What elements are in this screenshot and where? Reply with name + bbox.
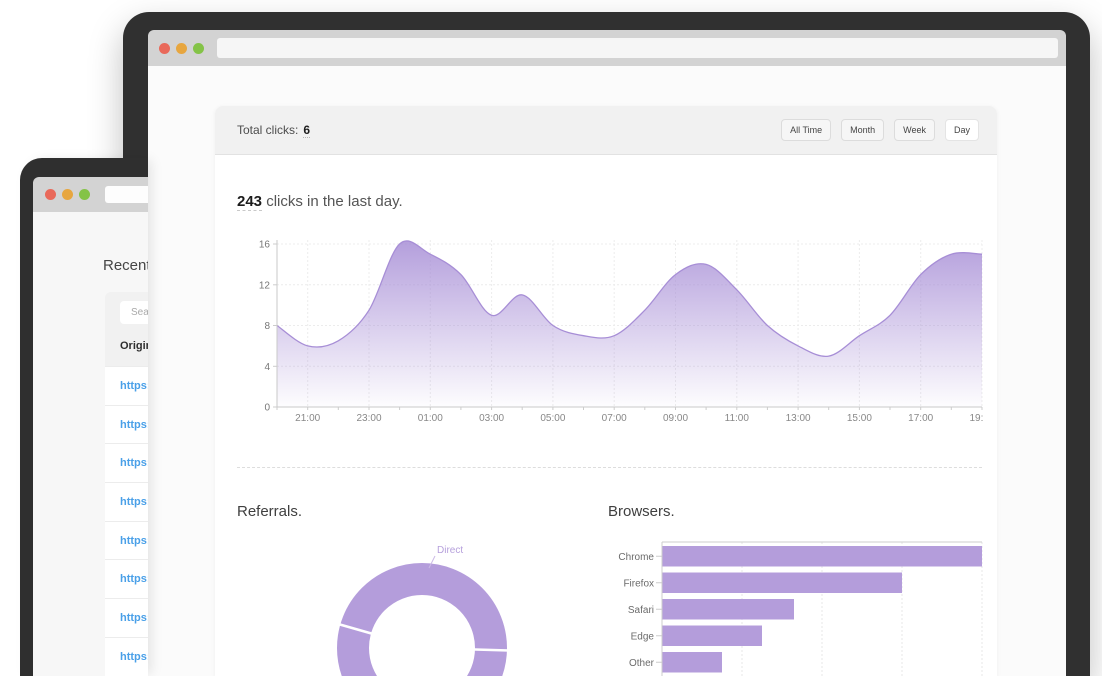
dashboard-page: Total clicks: 6 All Time Month Week Day … [148, 66, 1066, 676]
back-window-inner: Recent Origin https: https: https: https… [33, 177, 148, 676]
svg-text:8: 8 [264, 321, 270, 332]
desktop-canvas: { "back_window": { "heading": "Recent", … [0, 0, 1102, 676]
clicks-area-chart: 0 4 8 12 16 21:00 23:00 01:00 03:00 05:00 07:00 09:… [225, 230, 983, 430]
front-browser-window: Total clicks: 6 All Time Month Week Day … [123, 12, 1090, 676]
clicks-headline: 243 clicks in the last day. [237, 193, 403, 210]
link-url[interactable]: https: [120, 612, 148, 624]
svg-text:09:00: 09:00 [663, 413, 688, 424]
zoom-button[interactable] [193, 43, 204, 54]
link-url[interactable]: https: [120, 651, 148, 663]
back-browser-window: Recent Origin https: https: https: https… [20, 158, 148, 676]
link-url[interactable]: https: [120, 535, 148, 547]
table-row: https: [105, 443, 148, 482]
link-url[interactable]: https: [120, 573, 148, 585]
svg-text:Direct: Direct [437, 545, 463, 556]
table-row: https: [105, 521, 148, 560]
svg-text:01:00: 01:00 [418, 413, 443, 424]
clicks-headline-text: clicks in the last day. [262, 193, 403, 210]
svg-text:0: 0 [264, 403, 270, 414]
address-bar[interactable] [105, 186, 148, 203]
svg-text:Firefox: Firefox [623, 578, 654, 589]
back-window-titlebar [33, 177, 148, 212]
range-button-day[interactable]: Day [945, 119, 979, 141]
table-row: https: [105, 366, 148, 405]
svg-text:12: 12 [259, 280, 271, 291]
zoom-button[interactable] [79, 189, 90, 200]
table-row: https: [105, 559, 148, 598]
back-window-controls [45, 177, 90, 212]
svg-text:07:00: 07:00 [602, 413, 627, 424]
origin-column-header: Origin [120, 340, 148, 352]
table-row: https: [105, 482, 148, 521]
svg-text:11:00: 11:00 [725, 413, 750, 424]
svg-text:03:00: 03:00 [479, 413, 504, 424]
range-button-group: All Time Month Week Day [781, 119, 979, 141]
svg-text:16: 16 [259, 240, 271, 251]
browsers-bar-chart: Chrome Firefox Safari Edge Other [596, 536, 992, 676]
svg-text:19:00: 19:00 [969, 413, 983, 424]
card-body: 243 clicks in the last day. 0 4 8 12 16 21:00… [215, 155, 997, 676]
search-input[interactable] [120, 301, 148, 324]
front-window-titlebar [148, 30, 1066, 66]
referrals-title: Referrals. [237, 503, 302, 520]
address-bar[interactable] [217, 38, 1058, 58]
recent-links-page: Recent Origin https: https: https: https… [33, 212, 148, 676]
svg-text:05:00: 05:00 [540, 413, 565, 424]
minimize-button[interactable] [62, 189, 73, 200]
window-controls [159, 30, 204, 66]
link-url[interactable]: https: [120, 419, 148, 431]
svg-text:Chrome: Chrome [618, 552, 654, 563]
svg-text:15:00: 15:00 [847, 413, 872, 424]
svg-text:13:00: 13:00 [786, 413, 811, 424]
close-button[interactable] [45, 189, 56, 200]
svg-text:Safari: Safari [628, 605, 654, 616]
close-button[interactable] [159, 43, 170, 54]
svg-text:17:00: 17:00 [908, 413, 933, 424]
table-row: https: [105, 598, 148, 637]
total-clicks-label: Total clicks: [237, 123, 298, 137]
referrals-donut-chart: Direct [320, 538, 524, 676]
clicks-count: 243 [237, 193, 262, 211]
link-url[interactable]: https: [120, 457, 148, 469]
stats-bar: Total clicks: 6 All Time Month Week Day [215, 106, 997, 155]
links-table: https: https: https: https: https: https… [105, 366, 148, 676]
links-table-card: Origin https: https: https: https: https… [105, 292, 148, 676]
range-button-week[interactable]: Week [894, 119, 935, 141]
svg-text:Other: Other [629, 658, 655, 669]
table-row: https: [105, 637, 148, 676]
svg-text:23:00: 23:00 [356, 413, 381, 424]
table-row: https: [105, 405, 148, 444]
link-url[interactable]: https: [120, 380, 148, 392]
range-button-all-time[interactable]: All Time [781, 119, 831, 141]
section-divider [237, 467, 982, 468]
total-clicks-value: 6 [303, 123, 310, 138]
svg-text:4: 4 [264, 362, 270, 373]
range-button-month[interactable]: Month [841, 119, 884, 141]
svg-text:21:00: 21:00 [295, 413, 320, 424]
minimize-button[interactable] [176, 43, 187, 54]
analytics-card: Total clicks: 6 All Time Month Week Day … [215, 106, 997, 676]
recent-heading: Recent [103, 257, 148, 274]
browsers-title: Browsers. [608, 503, 675, 520]
svg-text:Edge: Edge [631, 631, 655, 642]
link-url[interactable]: https: [120, 496, 148, 508]
